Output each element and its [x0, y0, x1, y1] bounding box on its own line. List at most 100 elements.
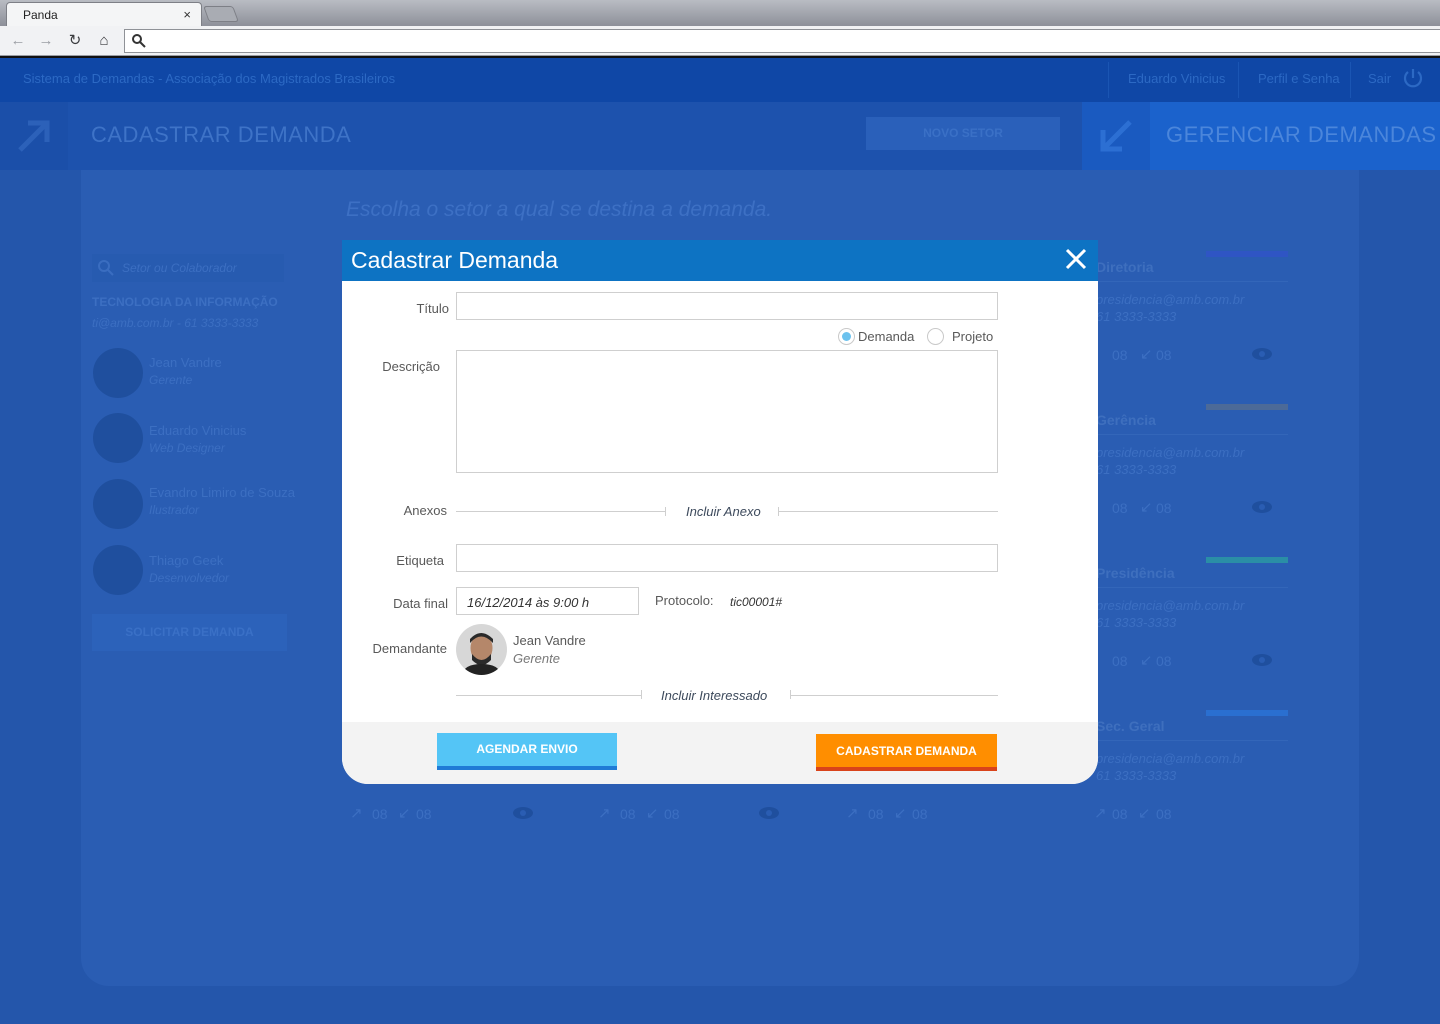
modal-footer: AGENDAR ENVIO CADASTRAR DEMANDA — [342, 722, 1098, 784]
etiqueta-input[interactable] — [456, 544, 998, 572]
arrow-down-left-icon: ↙ — [646, 805, 659, 822]
sector-phone: 61 3333-3333 — [1096, 309, 1177, 324]
anexos-label: Anexos — [403, 503, 447, 518]
arrow-down-left-icon: ↙ — [894, 805, 907, 822]
sector-card-stats: ↗ 08 ↙ 08 — [1088, 797, 1288, 829]
sector-out-count: 08 — [1112, 500, 1128, 516]
requester-name: Jean Vandre — [513, 633, 586, 648]
gerenciar-section[interactable]: GERENCIAR DEMANDAS — [1082, 102, 1440, 170]
incluir-interessado-link[interactable]: Incluir Interessado — [661, 688, 767, 703]
person-name[interactable]: Thiago Geek — [149, 553, 223, 568]
person-name[interactable]: Evandro Limiro de Souza — [149, 485, 295, 500]
sector-email: presidencia@amb.com.br — [1096, 751, 1245, 766]
eye-icon[interactable] — [758, 806, 780, 820]
descricao-label: Descrição — [382, 359, 440, 374]
arrow-up-right-icon — [18, 120, 50, 152]
etiqueta-label: Etiqueta — [396, 553, 444, 568]
agendar-envio-button[interactable]: AGENDAR ENVIO — [437, 733, 617, 770]
sector-card-stats: ↗ 08 ↙ 08 — [592, 797, 796, 829]
sector-email: presidencia@amb.com.br — [1096, 445, 1245, 460]
radio-projeto-label[interactable]: Projeto — [952, 329, 993, 344]
arrow-down-left-icon: ↙ — [398, 805, 411, 822]
eye-icon[interactable] — [1251, 347, 1273, 361]
sector-name[interactable]: Diretoria — [1096, 259, 1154, 275]
divider-tick — [665, 507, 666, 516]
new-tab-button[interactable] — [203, 6, 239, 22]
department-name: TECNOLOGIA DA INFORMAÇÃO — [92, 295, 278, 309]
person-role: Gerente — [149, 373, 193, 387]
radio-projeto[interactable] — [927, 328, 944, 345]
person-role: Web Designer — [149, 441, 225, 455]
department-contact: ti@amb.com.br - 61 3333-3333 — [92, 316, 259, 330]
titulo-label: Título — [416, 301, 449, 316]
eye-icon[interactable] — [512, 806, 534, 820]
sector-in-count: 08 — [912, 806, 928, 822]
sector-phone: 61 3333-3333 — [1096, 615, 1177, 630]
divider-tick — [641, 690, 642, 699]
cadastrar-demanda-button[interactable]: CADASTRAR DEMANDA — [816, 734, 997, 771]
avatar — [93, 348, 143, 398]
person-name[interactable]: Eduardo Vinicius — [149, 423, 246, 438]
sector-color-stripe — [1206, 710, 1288, 716]
avatar — [93, 413, 143, 463]
person-name[interactable]: Jean Vandre — [149, 355, 222, 370]
arrow-up-right-icon: ↗ — [846, 805, 859, 822]
cadastrar-section-title[interactable]: CADASTRAR DEMANDA — [91, 122, 351, 148]
sector-out-count: 08 — [1112, 653, 1128, 669]
protocolo-value: tic00001# — [730, 595, 783, 609]
sector-in-count: 08 — [664, 806, 680, 822]
radio-demanda[interactable] — [838, 328, 855, 345]
reload-icon[interactable]: ↻ — [65, 31, 85, 51]
system-title: Sistema de Demandas - Associação dos Mag… — [23, 71, 396, 86]
arrow-up-right-icon: ↗ — [598, 805, 611, 822]
requester-role: Gerente — [513, 651, 560, 666]
sector-card-stats: ↗ 08 ↙ 08 — [344, 797, 548, 829]
modal-title: Cadastrar Demanda — [351, 247, 559, 273]
arrow-up-right-icon: ↗ — [350, 805, 363, 822]
profile-link[interactable]: Perfil e Senha — [1258, 71, 1340, 86]
gerenciar-section-title: GERENCIAR DEMANDAS — [1166, 122, 1437, 147]
logout-link[interactable]: Sair — [1368, 71, 1391, 86]
avatar — [93, 545, 143, 595]
eye-icon[interactable] — [1251, 653, 1273, 667]
interessado-divider — [790, 695, 998, 696]
sector-divider — [1096, 281, 1288, 282]
address-bar[interactable] — [124, 29, 1440, 53]
cadastrar-arrow-box — [0, 102, 68, 170]
arrow-down-left-icon: ↙ — [1140, 499, 1153, 516]
search-icon — [98, 260, 114, 276]
browser-tabstrip: Panda × — [0, 0, 1440, 26]
descricao-textarea[interactable] — [456, 350, 998, 473]
sector-name[interactable]: Gerência — [1096, 412, 1156, 428]
back-icon[interactable]: ← — [8, 31, 28, 51]
sector-out-count: 08 — [1112, 347, 1128, 363]
avatar — [456, 624, 507, 675]
user-name-link[interactable]: Eduardo Vinicius — [1128, 71, 1225, 86]
browser-tab[interactable]: Panda × — [6, 2, 202, 26]
interessado-divider — [456, 695, 642, 696]
novo-setor-button[interactable]: NOVO SETOR — [866, 117, 1060, 150]
sector-color-stripe — [1206, 251, 1288, 257]
radio-demanda-label[interactable]: Demanda — [858, 329, 914, 344]
close-icon[interactable] — [1062, 245, 1090, 273]
tab-close-icon[interactable]: × — [183, 7, 191, 22]
sector-in-count: 08 — [1156, 806, 1172, 822]
header-divider — [1108, 62, 1109, 98]
sector-name[interactable]: Sec. Geral — [1096, 718, 1165, 734]
protocolo-label: Protocolo: — [655, 593, 714, 608]
solicitar-demanda-button[interactable]: SOLICITAR DEMANDA — [92, 614, 287, 651]
person-icon — [456, 624, 507, 675]
sector-name[interactable]: Presidência — [1096, 565, 1175, 581]
sector-search-input[interactable]: Setor ou Colaborador — [92, 254, 284, 282]
home-icon[interactable]: ⌂ — [94, 31, 114, 51]
search-icon — [132, 34, 146, 48]
eye-icon[interactable] — [1251, 500, 1273, 514]
gerenciar-arrow-box — [1082, 102, 1150, 170]
power-icon[interactable] — [1402, 67, 1424, 89]
titulo-input[interactable] — [456, 292, 998, 320]
incluir-anexo-link[interactable]: Incluir Anexo — [686, 504, 761, 519]
sector-color-stripe — [1206, 404, 1288, 410]
data-final-input[interactable]: 16/12/2014 às 9:00 h — [456, 587, 639, 615]
sector-out-count: 08 — [372, 806, 388, 822]
forward-icon[interactable]: → — [36, 31, 56, 51]
